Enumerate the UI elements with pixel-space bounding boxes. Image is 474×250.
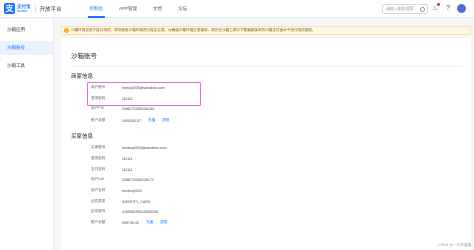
platform-title: 开放平台 <box>39 6 62 13</box>
row-label: 登录密码 <box>91 96 106 100</box>
nav-app-management[interactable]: APP管理 <box>111 0 145 18</box>
sidebar-item-sandbox-app[interactable]: 沙箱应用 <box>0 23 53 37</box>
sidebar: 沙箱应用 沙箱账号 沙箱工具 <box>0 19 54 250</box>
search-input[interactable]: 请输入搜索/搜索 <box>382 4 428 14</box>
buyer-row-id-number: 证件账号 416598199310080258 <box>91 208 158 215</box>
logo-text-group: 支付宝 ALIPAY <box>15 4 31 13</box>
merchant-row-balance: 账户余额 1000250.57 充值 提现 <box>91 117 169 124</box>
title-divider <box>71 66 463 67</box>
merchant-section-title: 商家信息 <box>71 74 94 80</box>
row-value[interactable]: 111111 <box>122 157 133 161</box>
merchant-row-account: 商户账号 hdmzj2005@sandbox.com <box>91 84 165 91</box>
merchant-row-password: 登录密码 111111 <box>91 95 133 102</box>
logo[interactable]: 支 支付宝 ALIPAY <box>4 3 31 14</box>
buyer-row-balance: 账户余额 999749.43 充值 提现 <box>91 219 167 226</box>
row-value[interactable]: 416598199310080258 <box>122 210 158 214</box>
buyer-row-id-type: 证件类型 IDENTITY_CARD <box>91 198 151 205</box>
warning-icon: ! <box>64 28 69 33</box>
recharge-link[interactable]: 充值 <box>146 220 153 225</box>
top-nav: 控制台 APP管理 文档 论坛 <box>82 0 196 18</box>
account-card: 沙箱账号 商家信息 商户账号 hdmzj2005@sandbox.com 登录密… <box>61 38 471 250</box>
row-value: 999749.43 <box>122 220 139 225</box>
row-value: 1000250.57 <box>122 118 141 123</box>
withdraw-link[interactable]: 提现 <box>162 118 169 123</box>
row-label: 证件账号 <box>91 209 106 213</box>
notification-badge <box>437 3 440 6</box>
avatar[interactable] <box>457 4 466 13</box>
row-value[interactable]: hnxbxq0420@sandbox.com <box>122 146 167 150</box>
row-value[interactable]: 2088722005138172 <box>122 178 154 182</box>
brand-sub: ALIPAY <box>17 9 28 13</box>
search-placeholder: 请输入搜索/搜索 <box>386 7 414 11</box>
recharge-link[interactable]: 充值 <box>148 118 155 123</box>
row-value[interactable]: 111111 <box>122 97 133 101</box>
row-value[interactable]: hdmzj2005@sandbox.com <box>122 86 165 90</box>
page-title: 沙箱账号 <box>71 53 97 60</box>
notice-text: 沙箱环境仅用于接口测试，请勿使用沙箱环境进行真实交易。为确保沙箱环境正常使用，请… <box>71 28 316 32</box>
row-label: 用户UID <box>91 177 105 181</box>
buyer-row-account: 买家账号 hnxbxq0420@sandbox.com <box>91 144 167 151</box>
row-value: IDENTITY_CARD <box>122 199 151 204</box>
nav-console[interactable]: 控制台 <box>82 0 112 18</box>
row-value[interactable]: hnxbxq0420 <box>122 189 142 193</box>
notice-banner: ! 沙箱环境仅用于接口测试，请勿使用沙箱环境进行真实交易。为确保沙箱环境正常使用… <box>61 26 471 35</box>
row-label: 商户账号 <box>91 85 106 89</box>
buyer-section-title: 买家信息 <box>71 134 94 140</box>
watermark: CSDN @一只学渣猿 <box>438 243 471 247</box>
row-value[interactable]: 2088721005136184 <box>122 107 154 111</box>
sidebar-item-sandbox-tools[interactable]: 沙箱工具 <box>0 59 53 73</box>
row-label: 商户PID <box>91 106 105 110</box>
alipay-logo-icon: 支 <box>4 3 15 14</box>
nav-docs[interactable]: 文档 <box>145 0 170 18</box>
help-icon[interactable]: ? <box>444 4 452 13</box>
merchant-row-pid: 商户PID 2088721005136184 <box>91 105 154 112</box>
buyer-row-name: 用户名称 hnxbxq0420 <box>91 187 142 194</box>
nav-forum[interactable]: 论坛 <box>170 0 195 18</box>
withdraw-link[interactable]: 提现 <box>160 220 167 225</box>
logo-divider <box>34 4 36 13</box>
row-label: 买家账号 <box>91 145 106 149</box>
row-label: 账户余额 <box>91 118 106 122</box>
main-content: ! 沙箱环境仅用于接口测试，请勿使用沙箱环境进行真实交易。为确保沙箱环境正常使用… <box>55 19 474 250</box>
row-value[interactable]: 111111 <box>122 168 133 172</box>
row-label: 证件类型 <box>91 199 106 203</box>
buyer-row-password: 登录密码 111111 <box>91 155 133 162</box>
row-label: 账户余额 <box>91 220 106 224</box>
sidebar-item-sandbox-account[interactable]: 沙箱账号 <box>0 41 53 55</box>
row-label: 登录密码 <box>91 156 106 160</box>
buyer-row-pay-password: 支付密码 111111 <box>91 166 133 173</box>
row-label: 支付密码 <box>91 167 106 171</box>
search-icon[interactable] <box>420 6 425 12</box>
row-label: 用户名称 <box>91 188 106 192</box>
buyer-row-uid: 用户UID 2088722005138172 <box>91 176 154 183</box>
